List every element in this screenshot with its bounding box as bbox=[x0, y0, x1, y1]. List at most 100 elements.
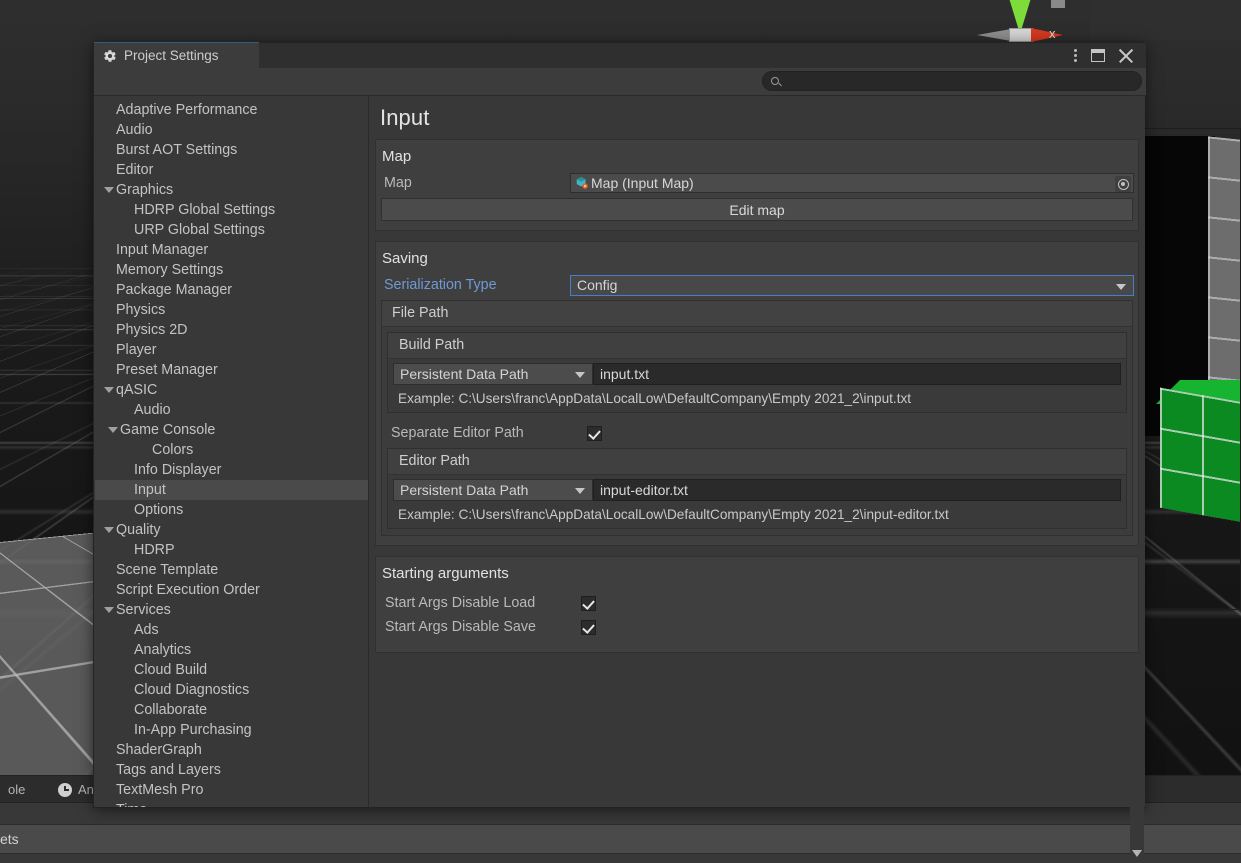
sidebar-item-label: Options bbox=[134, 502, 184, 518]
sidebar-item-label: Input bbox=[134, 482, 166, 498]
start-args-disable-save-row: Start Args Disable Save bbox=[376, 613, 1138, 637]
kebab-menu-icon[interactable] bbox=[1074, 48, 1078, 64]
sidebar-item-cloud-diagnostics[interactable]: Cloud Diagnostics bbox=[95, 680, 368, 700]
sidebar-item-player[interactable]: Player bbox=[95, 340, 368, 360]
scene-axis-gizmo[interactable]: x bbox=[975, 0, 1085, 46]
sidebar-item-physics[interactable]: Physics bbox=[95, 300, 368, 320]
chevron-down-icon[interactable] bbox=[102, 187, 116, 193]
sidebar-item-label: In-App Purchasing bbox=[134, 722, 252, 738]
sidebar-item-audio[interactable]: Audio bbox=[95, 400, 368, 420]
build-path-input[interactable] bbox=[593, 363, 1121, 385]
sidebar-item-hdrp-global-settings[interactable]: HDRP Global Settings bbox=[95, 200, 368, 220]
start-args-disable-save-checkbox[interactable] bbox=[581, 619, 596, 635]
build-path-row: Persistent Data Path bbox=[388, 359, 1126, 385]
sidebar-item-qasic[interactable]: qASIC bbox=[95, 380, 368, 400]
chevron-down-icon[interactable] bbox=[102, 527, 116, 533]
sidebar-item-editor[interactable]: Editor bbox=[95, 160, 368, 180]
edit-map-button[interactable]: Edit map bbox=[381, 198, 1133, 221]
separate-editor-path-checkbox[interactable] bbox=[587, 425, 602, 441]
scroll-down-arrow-icon[interactable] bbox=[1132, 850, 1142, 857]
sidebar-item-audio[interactable]: Audio bbox=[95, 120, 368, 140]
sidebar-item-info-displayer[interactable]: Info Displayer bbox=[95, 460, 368, 480]
search-input[interactable] bbox=[784, 74, 1114, 88]
sidebar-item-preset-manager[interactable]: Preset Manager bbox=[95, 360, 368, 380]
sidebar-item-label: Collaborate bbox=[134, 702, 208, 718]
map-field-row: Map Map (Input Map) bbox=[376, 172, 1138, 194]
sidebar-item-label: qASIC bbox=[116, 382, 158, 398]
map-object-field[interactable]: Map (Input Map) bbox=[570, 173, 1134, 193]
sidebar-item-shadergraph[interactable]: ShaderGraph bbox=[95, 740, 368, 760]
assets-breadcrumb-bar[interactable]: ets bbox=[0, 824, 1241, 854]
sidebar-item-label: TextMesh Pro bbox=[116, 782, 204, 798]
sidebar-item-collaborate[interactable]: Collaborate bbox=[95, 700, 368, 720]
triangle-glyph bbox=[104, 187, 114, 193]
sidebar-item-input[interactable]: Input bbox=[95, 480, 368, 500]
editor-path-box: Editor Path Persistent Data Path Example… bbox=[387, 448, 1127, 529]
sidebar-item-options[interactable]: Options bbox=[95, 500, 368, 520]
sidebar-item-burst-aot-settings[interactable]: Burst AOT Settings bbox=[95, 140, 368, 160]
gizmo-square-handle[interactable] bbox=[1051, 0, 1065, 8]
sidebar-item-label: Colors bbox=[152, 442, 194, 458]
serialization-type-value: Config bbox=[577, 277, 618, 293]
object-picker-icon[interactable] bbox=[1115, 176, 1131, 192]
sidebar-item-label: Player bbox=[116, 342, 157, 358]
build-path-header: Build Path bbox=[388, 333, 1126, 359]
editor-path-row: Persistent Data Path bbox=[388, 475, 1126, 501]
sidebar-item-urp-global-settings[interactable]: URP Global Settings bbox=[95, 220, 368, 240]
build-path-dropdown[interactable]: Persistent Data Path bbox=[393, 363, 593, 385]
sidebar-item-input-manager[interactable]: Input Manager bbox=[95, 240, 368, 260]
separate-editor-path-label: Separate Editor Path bbox=[391, 425, 524, 441]
sidebar-item-services[interactable]: Services bbox=[95, 600, 368, 620]
sidebar-item-game-console[interactable]: Game Console bbox=[95, 420, 368, 440]
editor-path-dropdown[interactable]: Persistent Data Path bbox=[393, 479, 593, 501]
sidebar-item-tags-and-layers[interactable]: Tags and Layers bbox=[95, 760, 368, 780]
sidebar-item-textmesh-pro[interactable]: TextMesh Pro bbox=[95, 780, 368, 800]
sidebar-item-graphics[interactable]: Graphics bbox=[95, 180, 368, 200]
sidebar-item-quality[interactable]: Quality bbox=[95, 520, 368, 540]
serialization-type-dropdown[interactable]: Config bbox=[570, 274, 1134, 296]
sidebar-item-colors[interactable]: Colors bbox=[95, 440, 368, 460]
sidebar-item-cloud-build[interactable]: Cloud Build bbox=[95, 660, 368, 680]
editor-path-input[interactable] bbox=[593, 479, 1121, 501]
chevron-down-icon[interactable] bbox=[102, 387, 116, 393]
sidebar-item-time[interactable]: Time bbox=[95, 800, 368, 807]
picker-ring bbox=[1117, 178, 1129, 190]
starting-arguments-group: Starting arguments Start Args Disable Lo… bbox=[375, 556, 1139, 653]
sidebar-item-label: Analytics bbox=[134, 642, 192, 658]
sidebar-item-package-manager[interactable]: Package Manager bbox=[95, 280, 368, 300]
gizmo-panel-bg bbox=[1090, 0, 1241, 40]
starting-arguments-title: Starting arguments bbox=[382, 565, 509, 582]
tab-project-settings[interactable]: Project Settings bbox=[94, 43, 259, 68]
gizmo-x-axis-icon[interactable] bbox=[1031, 28, 1063, 42]
tab-console[interactable]: ole bbox=[0, 776, 33, 803]
chevron-down-icon[interactable] bbox=[102, 607, 116, 613]
sidebar-item-memory-settings[interactable]: Memory Settings bbox=[95, 260, 368, 280]
chevron-down-icon[interactable] bbox=[106, 427, 120, 433]
sidebar-item-in-app-purchasing[interactable]: In-App Purchasing bbox=[95, 720, 368, 740]
gizmo-center-cube-icon[interactable] bbox=[1009, 28, 1033, 42]
settings-sidebar[interactable]: Adaptive Performance Audio Burst AOT Setti… bbox=[95, 96, 368, 807]
close-icon[interactable] bbox=[1118, 48, 1134, 64]
gizmo-z-axis-icon[interactable] bbox=[977, 29, 1011, 41]
saving-group: Saving Serialization Type Config File Pa… bbox=[375, 241, 1139, 546]
sidebar-item-ads[interactable]: Ads bbox=[95, 620, 368, 640]
sidebar-item-label: HDRP Global Settings bbox=[134, 202, 276, 218]
start-args-disable-load-row: Start Args Disable Load bbox=[376, 589, 1138, 613]
start-args-disable-save-label: Start Args Disable Save bbox=[385, 619, 536, 635]
assets-label: ets bbox=[0, 831, 19, 847]
picker-dot bbox=[1121, 182, 1125, 186]
sidebar-item-physics-2d[interactable]: Physics 2D bbox=[95, 320, 368, 340]
window-titlebar[interactable]: Project Settings bbox=[94, 42, 1146, 68]
map-object-value: Map (Input Map) bbox=[591, 175, 694, 191]
sidebar-item-label: Script Execution Order bbox=[116, 582, 260, 598]
sidebar-item-adaptive-performance[interactable]: Adaptive Performance bbox=[95, 100, 368, 120]
start-args-disable-load-checkbox[interactable] bbox=[581, 595, 596, 611]
search-box[interactable] bbox=[762, 71, 1142, 91]
sidebar-item-analytics[interactable]: Analytics bbox=[95, 640, 368, 660]
sidebar-item-script-execution-order[interactable]: Script Execution Order bbox=[95, 580, 368, 600]
editor-path-header: Editor Path bbox=[388, 449, 1126, 475]
sidebar-item-scene-template[interactable]: Scene Template bbox=[95, 560, 368, 580]
maximize-icon[interactable] bbox=[1091, 49, 1105, 62]
editor-path-example: Example: C:\Users\franc\AppData\LocalLow… bbox=[398, 507, 949, 522]
sidebar-item-hdrp[interactable]: HDRP bbox=[95, 540, 368, 560]
